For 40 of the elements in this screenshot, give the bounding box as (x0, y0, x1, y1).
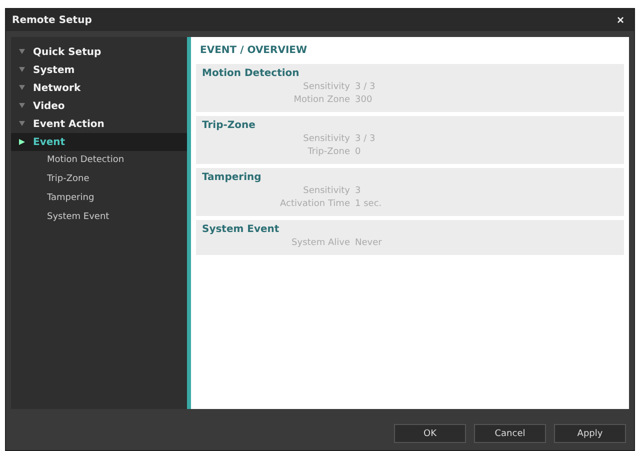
field-value: Never (355, 237, 382, 250)
sidebar-subitem[interactable]: System Event (11, 208, 187, 227)
section-title: Trip-Zone (202, 120, 256, 131)
sidebar-item[interactable]: Video (11, 97, 187, 115)
field-label: Trip-Zone (306, 146, 350, 159)
collapsed-arrow-icon (19, 103, 25, 109)
field-value: 1 sec. (355, 198, 382, 211)
dialog-button[interactable]: Apply (554, 424, 626, 443)
collapsed-arrow-icon (19, 49, 25, 55)
field-label: Motion Zone (292, 94, 350, 107)
field-value: 300 (355, 94, 372, 107)
dialog-button[interactable]: Cancel (474, 424, 546, 443)
section-title: Motion Detection (202, 68, 300, 79)
sidebar-item[interactable]: Event (11, 133, 187, 151)
collapsed-arrow-icon (19, 67, 25, 73)
sidebar-subitem[interactable]: Trip-Zone (11, 170, 187, 189)
sidebar-subitem[interactable]: Motion Detection (11, 151, 187, 170)
window-title: Remote Setup (12, 14, 92, 26)
field-label: Sensitivity (302, 185, 350, 198)
field-value: 3 (355, 185, 361, 198)
field-label: Activation Time (279, 198, 350, 211)
field-label: Sensitivity (302, 81, 350, 94)
field-value: 3 / 3 (355, 133, 376, 146)
dialog-button[interactable]: OK (394, 424, 466, 443)
section-title: System Event (202, 224, 280, 235)
sidebar-item[interactable]: System (11, 61, 187, 79)
sidebar-item[interactable]: Event Action (11, 115, 187, 133)
close-button[interactable]: × (612, 13, 628, 27)
page-heading: EVENT / OVERVIEW (200, 45, 308, 56)
expanded-arrow-icon (19, 139, 25, 145)
collapsed-arrow-icon (19, 121, 25, 127)
field-value: 0 (355, 146, 361, 159)
sidebar-subitem[interactable]: Tampering (11, 189, 187, 208)
section-title: Tampering (202, 172, 262, 183)
field-value: 3 / 3 (355, 81, 376, 94)
sidebar-item[interactable]: Quick Setup (11, 43, 187, 61)
sidebar-item[interactable]: Network (11, 79, 187, 97)
field-label: System Alive (290, 237, 350, 250)
field-label: Sensitivity (302, 133, 350, 146)
collapsed-arrow-icon (19, 85, 25, 91)
